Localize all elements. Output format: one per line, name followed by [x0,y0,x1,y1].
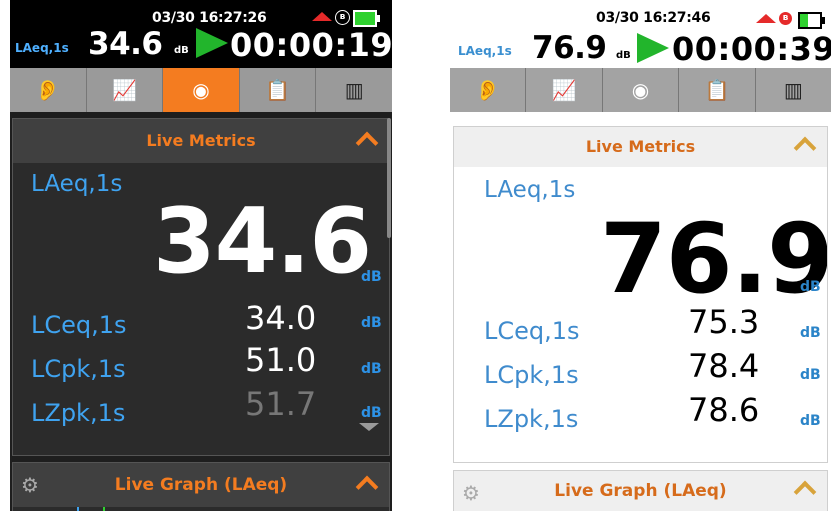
metric-row-value: 51.7 [245,385,317,423]
clipboard-icon: 📋 [704,78,730,102]
live-metrics-header[interactable]: Live Metrics [13,119,389,163]
metric-row-label: LCpk,1s [484,361,579,389]
play-icon[interactable] [637,33,669,63]
metric-row-unit: dB [800,367,821,383]
screen-light: 03/30 16:27:46 LAeq,1s 76.9 dB 00:00:39 … [450,0,831,511]
status-metric-value: 34.6 [88,26,163,62]
metric-row-unit: dB [800,413,821,429]
tab-graph[interactable]: 📈 [526,68,603,112]
datetime: 03/30 16:27:26 [152,10,267,26]
tab-eye[interactable]: ◉ [163,68,240,112]
tab-bars[interactable]: ▥ [755,68,831,112]
bars-icon: ▥ [344,78,364,102]
tab-bars[interactable]: ▥ [316,68,392,112]
tab-graph[interactable]: 📈 [86,68,164,112]
metric-row-unit: dB [800,325,821,341]
datetime: 03/30 16:27:46 [596,10,711,26]
eye-icon: ◉ [192,78,210,102]
live-metrics-title: Live Metrics [146,131,256,150]
status-metric-label: LAeq,1s [15,41,69,55]
bluetooth-icon: ʙ [335,10,350,25]
metric-row-label: LCpk,1s [31,355,126,383]
ear-icon: 👂 [475,78,501,102]
tab-ear[interactable]: 👂 [10,68,87,112]
gear-icon[interactable]: ⚙ [21,473,39,497]
tab-clipboard[interactable]: 📋 [239,68,317,112]
chevron-up-icon[interactable] [355,131,379,155]
chevron-up-icon[interactable] [793,480,817,504]
chevron-up-icon[interactable] [793,136,817,160]
gear-icon[interactable]: ⚙ [462,481,480,505]
eye-icon: ◉ [631,78,650,102]
battery-icon [353,10,380,27]
live-graph-title: Live Graph (LAeq) [554,481,727,501]
play-icon[interactable] [196,28,228,58]
main-metric-value: 34.6 [153,189,372,294]
tab-clipboard[interactable]: 📋 [679,68,756,112]
metric-row-value: 75.3 [688,303,760,341]
chevron-up-icon[interactable] [355,475,379,499]
scrollbar[interactable] [387,118,391,238]
live-metrics-title: Live Metrics [585,137,696,156]
status-metric-unit: dB [174,45,189,56]
metric-row-label: LZpk,1s [31,399,126,427]
live-metrics-card: Live Metrics LAeq,1s 76.9 dB LCeq,1s 75.… [453,126,828,463]
scroll-down-icon[interactable] [359,423,379,431]
metric-row-unit: dB [361,361,382,377]
main-metric-label: LAeq,1s [31,171,123,197]
metric-row-label: LCeq,1s [484,317,580,345]
live-graph-card: Live Graph (LAeq) ⚙ [12,462,390,511]
battery-icon [798,12,825,29]
metric-row-value: 51.0 [245,341,317,379]
status-bar: 03/30 16:27:26 LAeq,1s 34.6 dB 00:00:19 … [10,0,392,68]
metric-row-value: 78.4 [688,347,760,385]
status-bar: 03/30 16:27:46 LAeq,1s 76.9 dB 00:00:39 … [450,0,831,68]
status-metric-label: LAeq,1s [458,44,512,58]
status-metric-value: 76.9 [532,30,607,66]
main-metric-unit: dB [800,279,821,295]
graph-icon: 📈 [111,78,137,102]
graph-icon: 📈 [551,78,577,102]
tab-eye[interactable]: ◉ [602,68,680,112]
live-graph-card: Live Graph (LAeq) ⚙ [453,470,828,511]
live-graph-header[interactable]: Live Graph (LAeq) [13,463,389,507]
bluetooth-icon: ʙ [779,12,792,25]
status-metric-unit: dB [616,50,631,61]
tab-bar: 👂 📈 ◉ 📋 ▥ [450,68,831,112]
main-metric-unit: dB [361,269,382,285]
metric-row-value: 78.6 [688,391,760,429]
graph-marker [77,507,105,511]
metric-row-value: 34.0 [245,299,317,337]
tab-ear[interactable]: 👂 [450,68,527,112]
live-metrics-card: Live Metrics LAeq,1s 34.6 dB LCeq,1s 34.… [12,118,390,456]
ear-icon: 👂 [35,78,61,102]
bars-icon: ▥ [783,78,803,102]
metric-row-unit: dB [361,405,382,421]
clipboard-icon: 📋 [265,78,291,102]
power-icon [312,12,332,21]
metric-row-unit: dB [361,315,382,331]
metric-row-label: LZpk,1s [484,405,579,433]
elapsed-time: 00:00:19 [230,26,392,64]
main-metric-value: 76.9 [600,203,828,315]
live-graph-title: Live Graph (LAeq) [114,475,288,495]
elapsed-time: 00:00:39 [672,30,831,68]
live-metrics-header[interactable]: Live Metrics [454,127,827,167]
tab-bar: 👂 📈 ◉ 📋 ▥ [10,68,392,112]
main-metric-label: LAeq,1s [484,177,576,203]
metric-row-label: LCeq,1s [31,311,127,339]
power-icon [756,14,776,23]
live-graph-header[interactable]: Live Graph (LAeq) [454,471,827,511]
screen-dark: 03/30 16:27:26 LAeq,1s 34.6 dB 00:00:19 … [10,0,392,511]
